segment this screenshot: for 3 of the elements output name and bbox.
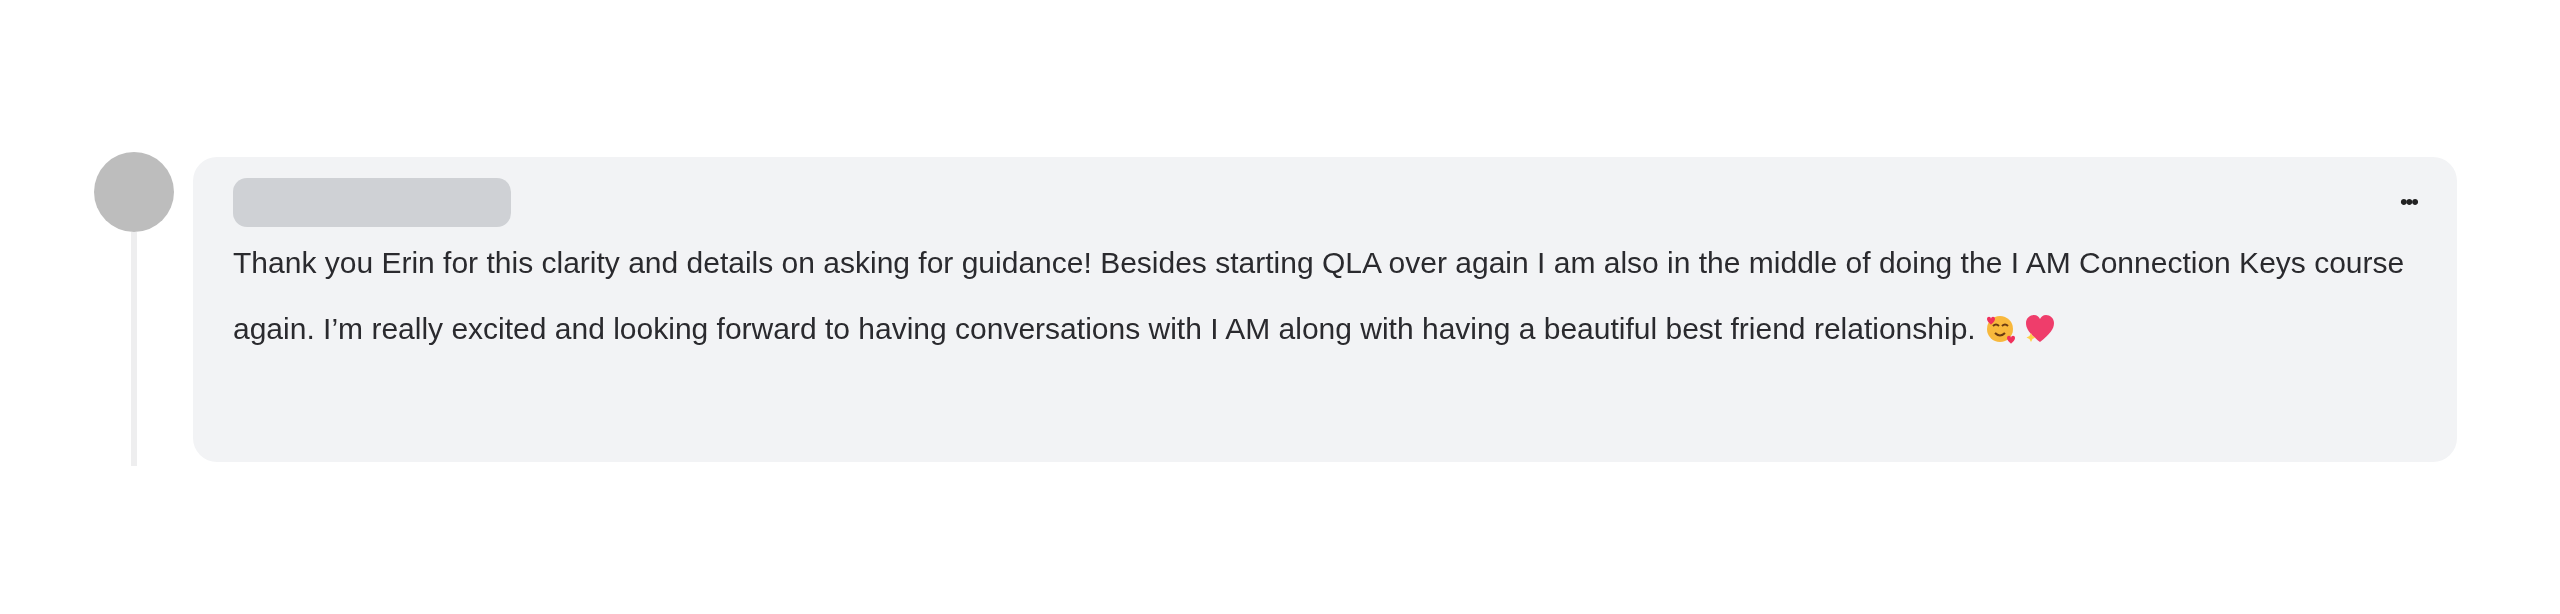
heart-icon	[2023, 313, 2056, 345]
more-options-button[interactable]: •••	[2399, 191, 2417, 213]
comment-text: Thank you Erin for this clarity and details on asking for guidance! Besides starting QLA over again I am also in the middle of doing the I AM Connection Keys course again. I’m really excited and looking forward to having conversations with I AM along with having a beautiful best friend relationship.	[233, 245, 2406, 347]
